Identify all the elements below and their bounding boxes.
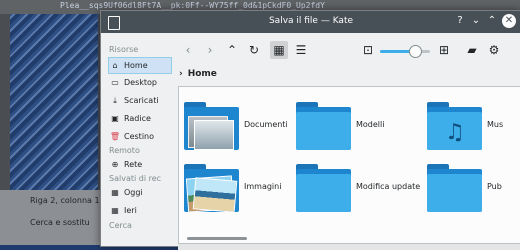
section-remoto: Remoto: [109, 146, 140, 155]
forward-arrow-icon[interactable]: ›: [201, 41, 219, 59]
help-button[interactable]: ?: [453, 14, 467, 28]
places-panel: Risorse ⌂ Home ▭ Desktop ⤓ Scaricati ▣ R…: [101, 33, 173, 246]
background-code-text: Plea__sqs9Uf06dl8Ft7A__pk:0Ff--WY75ff_0d…: [60, 1, 325, 10]
dialog-titlebar[interactable]: Salva il file — Kate ? ⌄ ⌃ ✕: [101, 11, 520, 33]
folder-name: Modifica update: [356, 182, 421, 191]
sidebar-item-desktop[interactable]: ▭ Desktop: [109, 75, 171, 90]
sidebar-item-label: Oggi: [124, 188, 143, 197]
section-cerca: Cerca: [109, 221, 132, 230]
sidebar-item-rete[interactable]: ⊕ Rete: [109, 157, 171, 172]
back-arrow-icon[interactable]: ‹: [179, 41, 197, 59]
file-view: Documenti Modelli ♫ Mus Immagini Modific…: [178, 86, 520, 247]
breadcrumb-arrow-icon: ›: [179, 69, 183, 79]
sidebar-item-label: Desktop: [124, 78, 157, 87]
folder-name: Immagini: [244, 182, 282, 191]
folder-name: Pub: [487, 182, 502, 191]
folder-documenti[interactable]: Documenti: [184, 102, 294, 152]
calendar-icon: ▦: [111, 187, 119, 197]
sidebar-item-label: Scaricati: [124, 96, 159, 105]
horizontal-scrollbar[interactable]: [187, 237, 247, 240]
trash-icon: 🗑: [109, 131, 121, 141]
new-folder-icon[interactable]: ▰: [463, 41, 481, 59]
sidebar-item-label: Radice: [124, 114, 151, 123]
close-button[interactable]: ✕: [502, 14, 516, 28]
home-icon: ⌂: [112, 60, 118, 70]
sidebar-item-label: Cestino: [124, 132, 154, 141]
folder-name: Modelli: [356, 120, 385, 129]
options-icon[interactable]: ⚙: [485, 41, 503, 59]
network-icon: ⊕: [111, 159, 119, 169]
cursor-position-label: Riga 2, colonna 1: [30, 196, 100, 205]
navigation-toolbar: ‹ › ⌃ ↻ ▦ ☰ ⊡ ⊞ ▰ ⚙: [173, 33, 520, 67]
folder-pubblici[interactable]: Pub: [427, 164, 520, 214]
folder-musica[interactable]: ♫ Mus: [427, 102, 520, 152]
root-folder-icon: ▣: [111, 113, 119, 123]
download-icon: ⤓: [113, 95, 117, 105]
folder-name: Mus: [487, 120, 504, 129]
filename-bar[interactable]: [178, 243, 520, 250]
icons-view-icon[interactable]: ▦: [270, 41, 288, 59]
sidebar-item-oggi[interactable]: ▦ Oggi: [109, 185, 171, 200]
up-arrow-icon[interactable]: ⌃: [223, 41, 241, 59]
sidebar-item-radice[interactable]: ▣ Radice: [109, 111, 171, 126]
folder-icon: [184, 102, 239, 150]
zoom-slider-handle[interactable]: [409, 45, 422, 58]
sidebar-item-ieri[interactable]: ▦ Ieri: [109, 203, 171, 218]
folder-icon: [427, 164, 482, 212]
zoom-slider[interactable]: [380, 45, 430, 58]
breadcrumb-home[interactable]: Home: [188, 69, 217, 79]
section-salvati-di-recente: Salvati di rec: [109, 174, 162, 183]
folder-immagini[interactable]: Immagini: [184, 164, 294, 214]
reload-icon[interactable]: ↻: [245, 41, 263, 59]
zoom-in-icon[interactable]: ⊞: [435, 41, 453, 59]
background-status-bar: Riga 2, colonna 1 Cerca e sostitu: [0, 190, 100, 245]
maximize-button[interactable]: ⌃: [485, 14, 499, 28]
background-editor-content: [10, 0, 98, 200]
breadcrumb[interactable]: › Home: [179, 69, 217, 79]
folder-name: Documenti: [244, 120, 288, 129]
save-file-dialog: Salva il file — Kate ? ⌄ ⌃ ✕ Risorse ⌂ H…: [100, 10, 520, 250]
minimize-button[interactable]: ⌄: [469, 14, 483, 28]
folder-modifica-update[interactable]: Modifica update: [296, 164, 422, 214]
search-replace-label[interactable]: Cerca e sostitu: [30, 218, 90, 227]
sidebar-item-label: Home: [124, 61, 148, 70]
sidebar-item-cestino[interactable]: 🗑 Cestino: [109, 129, 171, 144]
desktop-icon: ▭: [111, 77, 119, 87]
sidebar-item-home[interactable]: ⌂ Home: [108, 57, 172, 74]
zoom-out-icon[interactable]: ⊡: [359, 41, 377, 59]
sidebar-item-label: Rete: [124, 160, 143, 169]
sidebar-item-scaricati[interactable]: ⤓ Scaricati: [109, 93, 171, 108]
folder-icon: [296, 164, 351, 212]
section-risorse: Risorse: [109, 45, 139, 54]
folder-modelli[interactable]: Modelli: [296, 102, 416, 152]
detail-view-icon[interactable]: ☰: [292, 41, 310, 59]
folder-icon: [184, 164, 239, 213]
folder-icon: [296, 102, 351, 150]
sidebar-item-label: Ieri: [124, 206, 137, 215]
music-folder-icon: ♫: [427, 102, 482, 150]
calendar-icon: ▦: [111, 205, 119, 215]
